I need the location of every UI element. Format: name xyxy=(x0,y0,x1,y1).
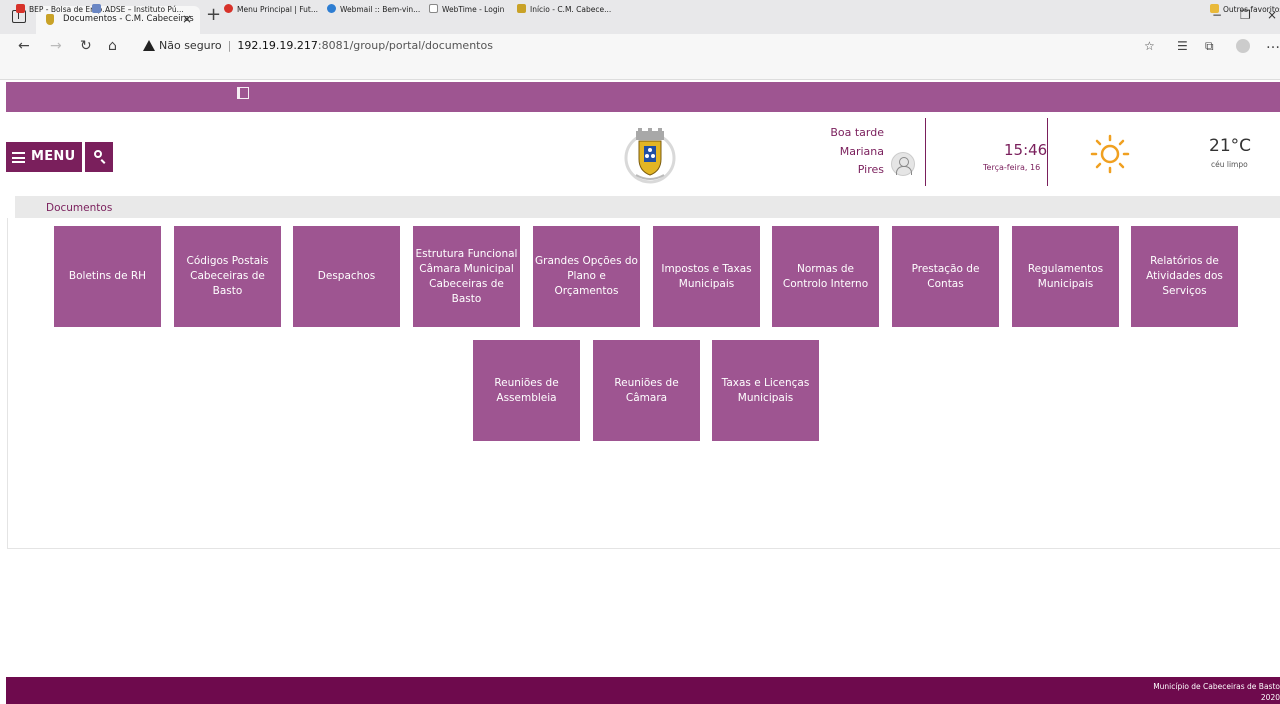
user-last-name[interactable]: Pires xyxy=(858,163,884,176)
tile-taxas-licencas[interactable]: Taxas e Licenças Municipais xyxy=(712,340,819,441)
crest-favicon-icon xyxy=(46,14,54,25)
tile-estrutura-funcional[interactable]: Estrutura Funcional Câmara Municipal Cab… xyxy=(413,226,520,327)
header-divider xyxy=(925,118,926,186)
search-icon xyxy=(94,150,102,158)
refresh-icon[interactable]: ↻ xyxy=(80,38,92,54)
home-icon[interactable]: ⌂ xyxy=(108,38,117,54)
tile-boletins-rh[interactable]: Boletins de RH xyxy=(54,226,161,327)
bookmark-webtime[interactable]: WebTime - Login xyxy=(429,4,504,14)
bookmark-inicio[interactable]: Início - C.M. Cabece... xyxy=(517,4,611,14)
header-divider xyxy=(1047,118,1048,186)
site-footer xyxy=(6,677,1280,704)
profile-icon[interactable] xyxy=(1236,39,1250,53)
top-strip xyxy=(6,82,1280,112)
greeting-text: Boa tarde xyxy=(830,126,884,139)
user-avatar-icon[interactable] xyxy=(891,152,915,176)
sun-weather-icon xyxy=(1090,134,1130,174)
webmail-icon xyxy=(327,4,336,13)
clock-time: 15:46 xyxy=(1004,141,1048,159)
menu-label: MENU xyxy=(31,149,76,164)
security-label: Não seguro xyxy=(159,39,222,52)
bookmark-futebol[interactable]: Menu Principal | Fut... xyxy=(224,4,318,14)
back-icon[interactable]: ← xyxy=(18,38,30,54)
warning-icon[interactable] xyxy=(143,40,155,51)
collections-icon[interactable]: ⧉ xyxy=(1205,38,1214,54)
crest-icon xyxy=(517,4,526,13)
tile-regulamentos[interactable]: Regulamentos Municipais xyxy=(1012,226,1119,327)
read-aloud-icon[interactable]: ☆ xyxy=(1144,38,1155,54)
tile-codigos-postais[interactable]: Códigos Postais Cabeceiras de Basto xyxy=(174,226,281,327)
url-path: :8081/group/portal/documentos xyxy=(317,39,493,52)
new-tab-button[interactable]: + xyxy=(206,6,221,24)
bookmarks-bar xyxy=(0,60,1280,80)
clock-date: Terça-feira, 16 xyxy=(983,163,1041,172)
breadcrumb[interactable]: Documentos xyxy=(46,202,112,214)
temperature: 21°C xyxy=(1209,136,1252,156)
tab-title: Documentos - C.M. Cabeceiras xyxy=(63,14,194,24)
footer-text: Município de Cabeceiras de Basto xyxy=(1153,682,1280,691)
bookmark-other-favorites[interactable]: Outros favoritos xyxy=(1210,4,1280,14)
footer-year: 2020 xyxy=(1260,693,1280,702)
close-tab-icon[interactable]: × xyxy=(182,12,192,26)
url-host: 192.19.19.217 xyxy=(237,39,318,52)
forward-icon[interactable]: → xyxy=(50,38,62,54)
favorites-icon[interactable]: ☰ xyxy=(1177,38,1188,54)
breadcrumb-bar xyxy=(15,196,1280,218)
bookmark-adse[interactable]: ADSE – Instituto Pú... xyxy=(92,4,184,14)
tile-normas-controlo[interactable]: Normas de Controlo Interno xyxy=(772,226,879,327)
tile-reunioes-camara[interactable]: Reuniões de Câmara xyxy=(593,340,700,441)
panel-toggle-icon[interactable] xyxy=(237,87,249,99)
folder-icon xyxy=(1210,4,1219,13)
tile-impostos-taxas[interactable]: Impostos e Taxas Municipais xyxy=(653,226,760,327)
bep-icon xyxy=(16,4,25,13)
tile-prestacao-contas[interactable]: Prestação de Contas xyxy=(892,226,999,327)
tile-despachos[interactable]: Despachos xyxy=(293,226,400,327)
municipal-crest-logo[interactable] xyxy=(620,125,680,185)
tile-grandes-opcoes[interactable]: Grandes Opções do Plano e Orçamentos xyxy=(533,226,640,327)
more-icon[interactable]: … xyxy=(1266,36,1280,52)
hamburger-icon xyxy=(12,152,25,163)
tile-reunioes-assembleia[interactable]: Reuniões de Assembleia xyxy=(473,340,580,441)
page-icon xyxy=(429,4,438,13)
adse-icon xyxy=(92,4,101,13)
futebol-icon xyxy=(224,4,233,13)
bookmark-webmail[interactable]: Webmail :: Bem-vin... xyxy=(327,4,420,14)
tile-relatorios-atividades[interactable]: Relatórios de Atividades dos Serviços xyxy=(1131,226,1238,327)
url-field[interactable]: Não seguro | 192.19.19.217:8081/group/port… xyxy=(159,39,493,52)
weather-description: céu limpo xyxy=(1211,160,1248,169)
user-first-name[interactable]: Mariana xyxy=(840,145,884,158)
